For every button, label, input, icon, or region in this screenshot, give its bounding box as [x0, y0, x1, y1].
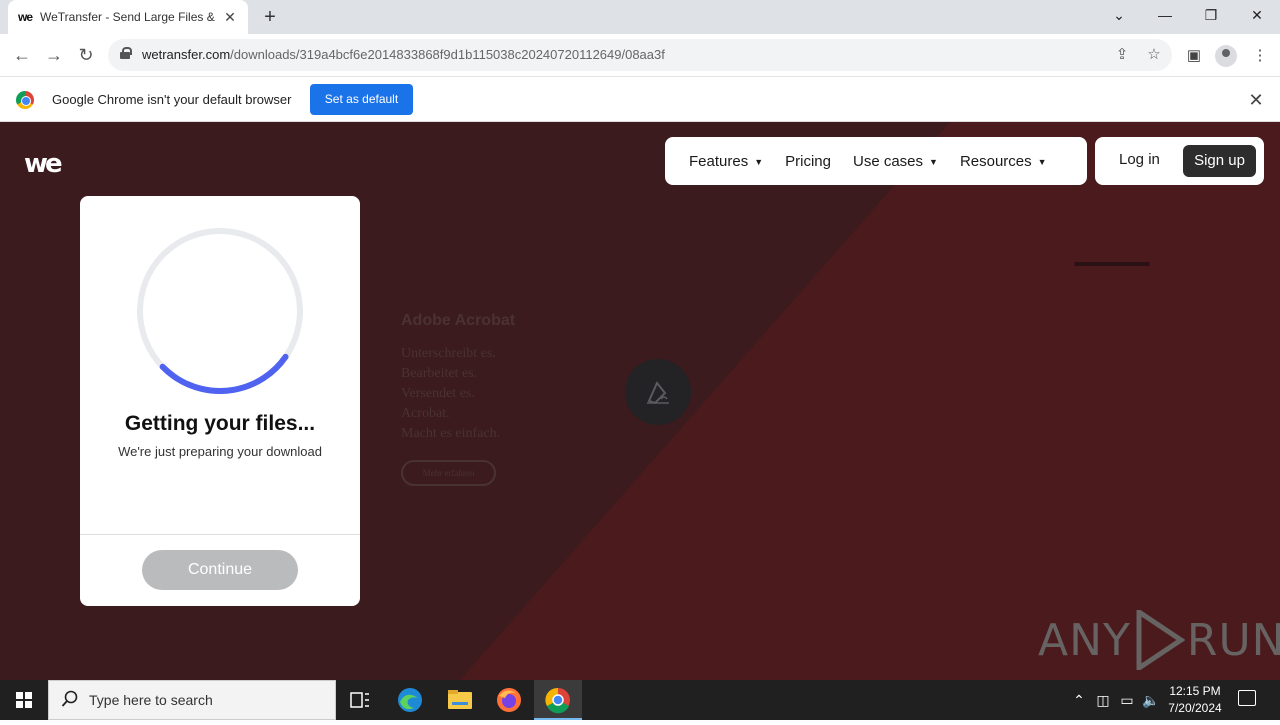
clock-date: 7/20/2024	[1168, 701, 1222, 715]
ad-divider	[1074, 262, 1150, 266]
wetransfer-page: we Features ▼ Pricing Use cases ▼ Resource…	[0, 122, 1280, 680]
file-explorer-icon[interactable]	[436, 680, 484, 720]
auth-box: Log in Sign up	[1095, 137, 1264, 185]
ad-line: Unterschreibt es.	[401, 346, 496, 361]
login-link[interactable]: Log in	[1119, 151, 1160, 168]
browser-tab[interactable]: we WeTransfer - Send Large Files & ✕	[8, 0, 248, 34]
browser-tab-strip: we WeTransfer - Send Large Files & ✕ + ⌄…	[0, 0, 1280, 34]
reload-button[interactable]: ↻	[73, 42, 99, 68]
lock-icon[interactable]	[120, 47, 132, 59]
download-card: Getting your files... We're just prepari…	[80, 196, 360, 606]
loading-spinner	[137, 228, 303, 394]
card-subtitle: We're just preparing your download	[118, 444, 322, 459]
anyrun-watermark: ANY RUN	[1038, 610, 1280, 670]
infobar-message: Google Chrome isn't your default browser	[52, 92, 292, 107]
browser-toolbar: ← → ↻ wetransfer.com/downloads/319a4bcf6…	[0, 34, 1280, 76]
clock-time: 12:15 PM	[1169, 684, 1221, 698]
watermark-text-right: RUN	[1186, 614, 1280, 666]
edge-icon[interactable]	[386, 680, 434, 720]
ad-line: Versendet es.	[401, 386, 475, 401]
nav-use-cases[interactable]: Use cases ▼	[853, 153, 938, 170]
volume-icon[interactable]: 🔈	[1142, 690, 1160, 710]
chrome-taskbar-icon[interactable]	[534, 680, 582, 720]
new-tab-button[interactable]: +	[258, 5, 282, 29]
taskbar-search-box[interactable]: Type here to search	[48, 680, 336, 720]
ad-line: Bearbeitet es.	[401, 366, 478, 381]
chevron-down-icon: ▼	[929, 156, 938, 167]
nav-resources[interactable]: Resources ▼	[960, 153, 1047, 170]
ad-cta-button[interactable]: Mehr erfahren	[401, 460, 496, 486]
restore-button[interactable]: ❐	[1188, 0, 1234, 30]
wetransfer-favicon-icon: we	[18, 10, 33, 24]
ad-line: Macht es einfach.	[401, 426, 501, 441]
firefox-icon[interactable]	[485, 680, 533, 720]
task-view-icon[interactable]	[336, 680, 384, 720]
tab-search-chevron-icon[interactable]: ⌄	[1096, 0, 1142, 30]
forward-button[interactable]: →	[41, 42, 67, 68]
taskbar-clock[interactable]: 12:15 PM 7/20/2024	[1160, 683, 1230, 717]
minimize-button[interactable]: —	[1142, 0, 1188, 30]
back-button[interactable]: ←	[9, 42, 35, 68]
spinner-progress	[137, 228, 303, 394]
windows-logo-icon	[16, 692, 32, 708]
tab-title: WeTransfer - Send Large Files &	[40, 10, 215, 24]
ad-brand[interactable]: Adobe Acrobat	[401, 312, 515, 330]
wetransfer-logo[interactable]: we	[24, 149, 63, 179]
play-logo-icon	[1136, 610, 1185, 670]
chevron-down-icon: ▼	[754, 156, 764, 167]
network-icon[interactable]: ▭	[1118, 690, 1136, 710]
tab-close-icon[interactable]: ✕	[222, 9, 238, 26]
address-bar[interactable]: wetransfer.com/downloads/319a4bcf6e20148…	[108, 39, 1172, 71]
profile-avatar-icon[interactable]	[1215, 45, 1237, 67]
url-text[interactable]: wetransfer.com/downloads/319a4bcf6e20148…	[142, 47, 665, 62]
chrome-menu-icon[interactable]: ⋮	[1249, 45, 1271, 67]
ad-signature-icon[interactable]	[625, 359, 691, 425]
nav-features[interactable]: Features ▼	[689, 153, 763, 170]
share-icon[interactable]: ⇪	[1112, 45, 1132, 65]
chevron-down-icon: ▼	[1037, 156, 1047, 167]
set-as-default-button[interactable]: Set as default	[310, 84, 413, 115]
windows-taskbar: Type here to search ⌃ ◫ ▭ 🔈 12:15 PM 7/2…	[0, 680, 1280, 720]
start-button[interactable]	[0, 680, 48, 720]
default-browser-infobar: Google Chrome isn't your default browser…	[0, 76, 1280, 122]
meet-now-icon[interactable]: ◫	[1094, 690, 1112, 710]
infobar-close-icon[interactable]: ✕	[1246, 90, 1266, 111]
show-hidden-icons-chevron-icon[interactable]: ⌃	[1070, 690, 1088, 710]
nav-pricing[interactable]: Pricing	[785, 153, 831, 170]
chrome-logo-icon	[16, 91, 34, 109]
bookmark-star-icon[interactable]: ☆	[1144, 45, 1164, 65]
continue-button[interactable]: Continue	[142, 550, 298, 590]
card-title: Getting your files...	[124, 412, 316, 435]
signup-button[interactable]: Sign up	[1183, 145, 1256, 177]
card-divider	[80, 534, 360, 535]
search-icon	[61, 690, 78, 707]
notification-icon[interactable]	[1238, 690, 1256, 706]
ad-line: Acrobat.	[401, 406, 450, 421]
close-window-button[interactable]: ✕	[1234, 0, 1280, 30]
search-placeholder: Type here to search	[89, 692, 213, 708]
main-nav: Features ▼ Pricing Use cases ▼ Resources ▼	[665, 137, 1087, 185]
watermark-text-left: ANY	[1038, 614, 1131, 666]
side-panel-icon[interactable]: ▣	[1183, 45, 1205, 67]
